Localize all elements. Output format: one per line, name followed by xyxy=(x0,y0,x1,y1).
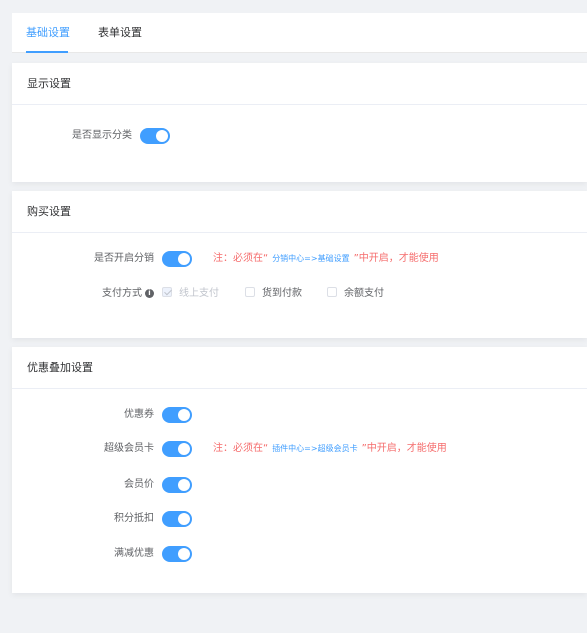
payment-balance-checkbox[interactable]: 余额支付 xyxy=(327,284,384,304)
coupon-label: 优惠券 xyxy=(124,409,154,420)
switch-knob xyxy=(178,513,190,525)
plugin-center-link[interactable]: 插件中心=>超级会员卡 xyxy=(268,444,361,453)
points-switch[interactable] xyxy=(162,511,192,527)
discount-stacking-card: 优惠叠加设置 优惠券 超级会员卡 注：必须在“ 插件中心=>超级会员卡 ”中开启，才… xyxy=(12,347,587,593)
coupon-row: 优惠券 xyxy=(12,405,587,425)
coupon-switch[interactable] xyxy=(162,407,192,423)
payment-cod-checkbox[interactable]: 货到付款 xyxy=(245,284,302,304)
display-settings-card: 显示设置 是否显示分类 xyxy=(12,63,587,182)
payment-method-label: 支付方式 i xyxy=(102,284,154,304)
switch-knob xyxy=(178,409,190,421)
member-price-switch[interactable] xyxy=(162,477,192,493)
super-card-note: 注：必须在“ 插件中心=>超级会员卡 ”中开启，才能使用 xyxy=(213,439,447,459)
settings-tabs: 基础设置 表单设置 xyxy=(12,13,587,53)
distribution-switch[interactable] xyxy=(162,251,192,267)
checkbox-box xyxy=(245,287,255,297)
note-suffix: ”中开启，才能使用 xyxy=(361,443,447,454)
full-reduction-label: 满减优惠 xyxy=(114,548,154,559)
note-prefix: 注：必须在“ xyxy=(213,253,269,264)
note-prefix: 注：必须在“ xyxy=(213,443,269,454)
payment-method-label-text: 支付方式 xyxy=(102,288,142,299)
checkbox-label: 货到付款 xyxy=(262,288,302,299)
super-card-row: 超级会员卡 注：必须在“ 插件中心=>超级会员卡 ”中开启，才能使用 xyxy=(12,439,587,459)
checkbox-label: 余额支付 xyxy=(344,288,384,299)
distribution-label: 是否开启分销 xyxy=(94,253,154,264)
switch-knob xyxy=(178,548,190,560)
distribution-note: 注：必须在“ 分销中心=>基础设置 ”中开启，才能使用 xyxy=(213,249,439,269)
show-category-row: 是否显示分类 xyxy=(12,126,587,146)
distribution-center-link[interactable]: 分销中心=>基础设置 xyxy=(268,254,353,263)
checkbox-label: 线上支付 xyxy=(179,288,219,299)
super-card-switch[interactable] xyxy=(162,441,192,457)
show-category-label: 是否显示分类 xyxy=(72,130,132,141)
discount-stacking-title: 优惠叠加设置 xyxy=(12,347,587,389)
note-suffix: ”中开启，才能使用 xyxy=(353,253,439,264)
switch-knob xyxy=(178,479,190,491)
switch-knob xyxy=(156,130,168,142)
checkbox-box xyxy=(327,287,337,297)
info-icon[interactable]: i xyxy=(145,288,154,298)
purchase-settings-card: 购买设置 是否开启分销 注：必须在“ 分销中心=>基础设置 ”中开启，才能使用 支付… xyxy=(12,191,587,338)
display-settings-title: 显示设置 xyxy=(12,63,587,105)
super-card-label: 超级会员卡 xyxy=(104,443,154,454)
full-reduction-row: 满减优惠 xyxy=(12,544,587,564)
points-label: 积分抵扣 xyxy=(114,513,154,524)
tab-basic-settings[interactable]: 基础设置 xyxy=(26,13,70,53)
points-row: 积分抵扣 xyxy=(12,509,587,529)
active-tab-indicator xyxy=(26,51,68,53)
full-reduction-switch[interactable] xyxy=(162,546,192,562)
tab-form-settings[interactable]: 表单设置 xyxy=(98,13,142,53)
show-category-switch[interactable] xyxy=(140,128,170,144)
distribution-row: 是否开启分销 注：必须在“ 分销中心=>基础设置 ”中开启，才能使用 xyxy=(12,249,587,269)
member-price-row: 会员价 xyxy=(12,475,587,495)
payment-online-checkbox[interactable]: 线上支付 xyxy=(162,284,219,304)
purchase-settings-title: 购买设置 xyxy=(12,191,587,233)
switch-knob xyxy=(178,443,190,455)
checkbox-box xyxy=(162,287,172,297)
member-price-label: 会员价 xyxy=(124,479,154,490)
switch-knob xyxy=(178,253,190,265)
payment-method-row: 支付方式 i 线上支付 货到付款 余额支付 xyxy=(12,284,587,304)
